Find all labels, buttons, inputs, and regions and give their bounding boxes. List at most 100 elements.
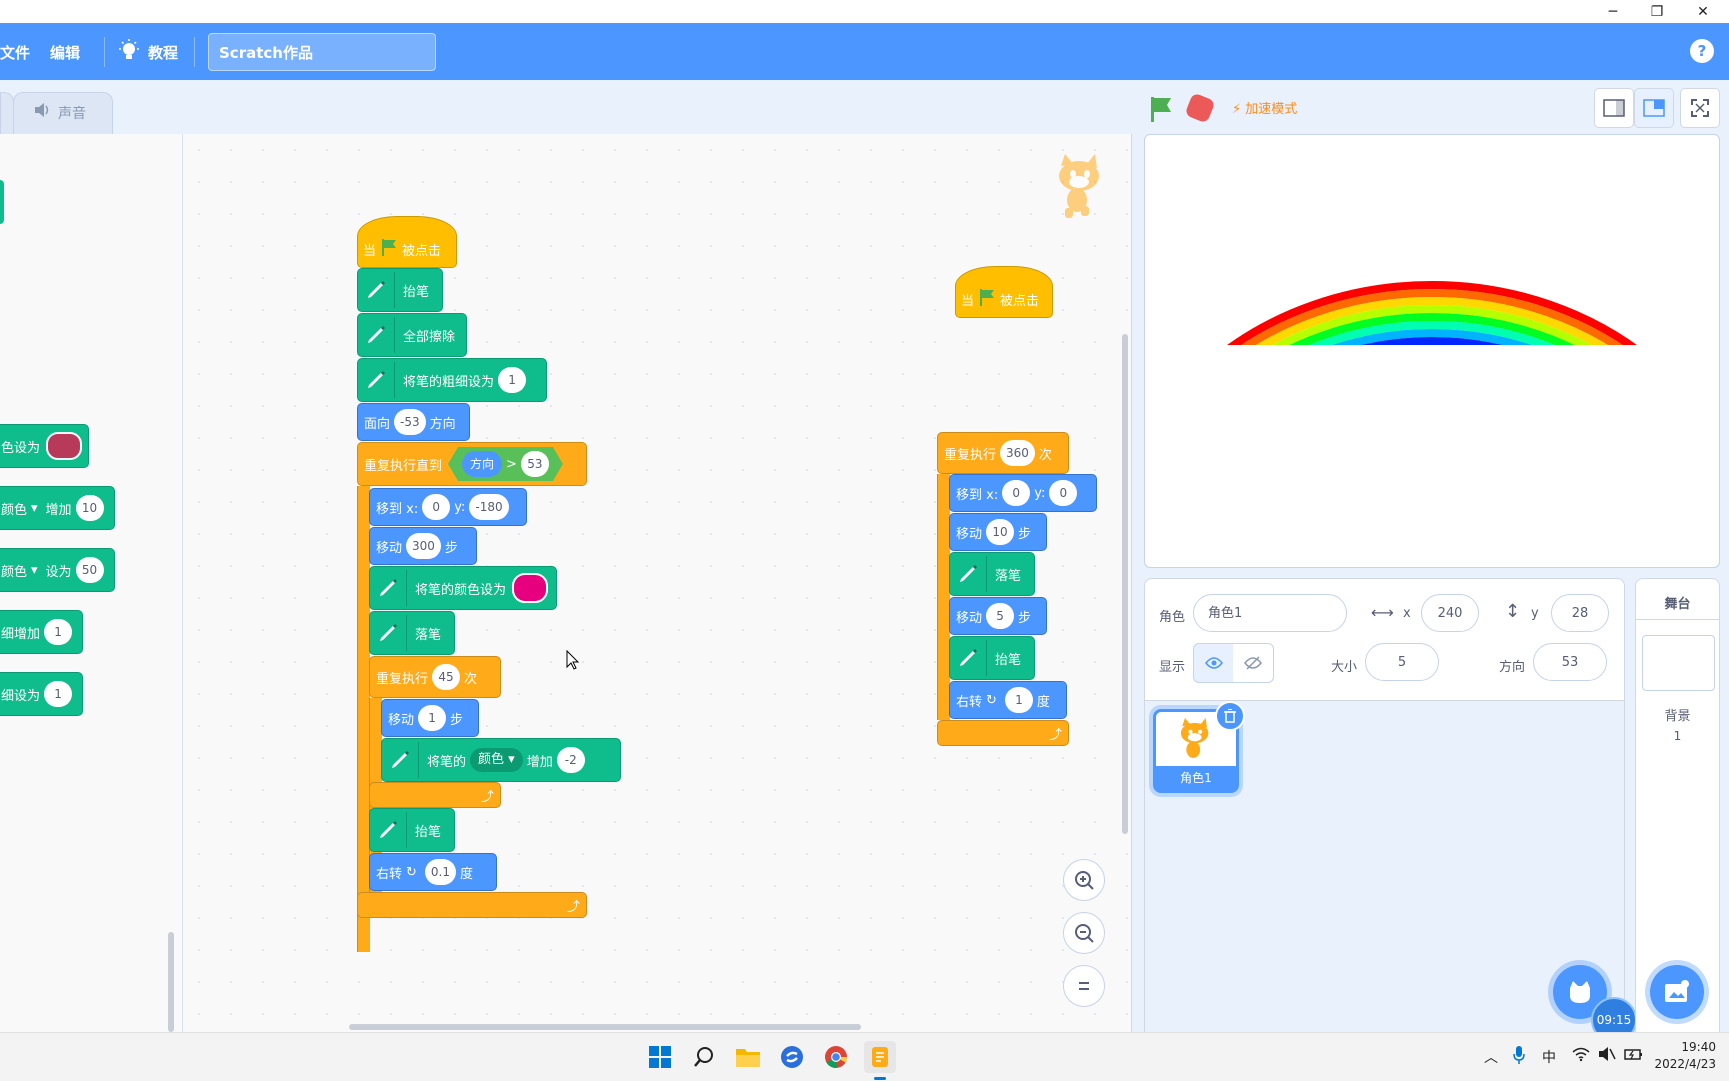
tab-sounds[interactable]: 声音 bbox=[13, 92, 113, 134]
show-sprite-button[interactable] bbox=[1193, 643, 1235, 683]
tutorials-menu[interactable]: 教程 bbox=[148, 42, 178, 63]
pen-up-block[interactable]: 抬笔 bbox=[369, 808, 455, 852]
turn-right-block[interactable]: 右转 ↻ 0.1 度 bbox=[369, 853, 497, 891]
zoom-out-button[interactable] bbox=[1063, 912, 1105, 954]
backdrop-thumbnail[interactable] bbox=[1642, 635, 1715, 691]
help-icon[interactable]: ? bbox=[1690, 39, 1714, 63]
palette-value[interactable]: 1 bbox=[44, 681, 73, 707]
minimize-button[interactable]: ─ bbox=[1590, 0, 1636, 23]
clock[interactable]: 19:40 2022/4/23 bbox=[1650, 1039, 1716, 1073]
green-flag-button[interactable] bbox=[1148, 95, 1174, 127]
normal-stage-button[interactable] bbox=[1634, 88, 1674, 128]
repeat-block-2[interactable]: 重复执行 360 次 bbox=[937, 432, 1069, 474]
file-explorer-icon[interactable] bbox=[732, 1041, 764, 1073]
small-stage-button[interactable] bbox=[1594, 88, 1634, 128]
pen-down-block[interactable]: 落笔 bbox=[949, 552, 1035, 596]
steps-input[interactable]: 10 bbox=[986, 519, 1015, 545]
direction-reporter[interactable]: 方向 bbox=[462, 451, 502, 477]
pen-up-block[interactable]: 抬笔 bbox=[357, 268, 443, 312]
windows-start-icon[interactable] bbox=[644, 1041, 676, 1073]
palette-value[interactable]: 10 bbox=[75, 495, 104, 521]
direction-input[interactable]: 53 bbox=[1533, 643, 1607, 681]
palette-value[interactable]: 50 bbox=[75, 557, 104, 583]
zoom-reset-button[interactable] bbox=[1063, 965, 1105, 1007]
go-to-xy-block[interactable]: 移到 x: 0 y: 0 bbox=[949, 474, 1097, 512]
pen-color-swatch[interactable] bbox=[512, 573, 549, 603]
point-in-direction-block[interactable]: 面向 -53 方向 bbox=[357, 403, 470, 441]
stage-selector-panel[interactable]: 舞台 背景 1 bbox=[1635, 578, 1720, 1034]
pen-size-input[interactable]: 1 bbox=[498, 367, 527, 393]
x-input[interactable]: 0 bbox=[422, 494, 451, 520]
code-workspace[interactable]: 当 被点击 抬笔 全部擦除 将笔的粗细设为 1 面向 -53 方向 重复执行直到… bbox=[183, 134, 1132, 1032]
battery-icon[interactable] bbox=[1624, 1046, 1644, 1066]
choose-backdrop-button[interactable] bbox=[1650, 965, 1704, 1019]
loop-arrow-icon: ⤴ bbox=[480, 789, 494, 805]
delete-sprite-button[interactable] bbox=[1215, 701, 1245, 731]
repeat-block[interactable]: 重复执行 45 次 bbox=[369, 656, 501, 698]
ime-indicator[interactable]: 中 bbox=[1542, 1047, 1556, 1067]
volume-icon[interactable] bbox=[1598, 1046, 1616, 1066]
x-input[interactable]: 0 bbox=[1002, 480, 1031, 506]
pen-param-dropdown[interactable]: 颜色 ▾ bbox=[470, 748, 523, 772]
move-steps-block[interactable]: 移动 5 步 bbox=[949, 597, 1047, 635]
tab-costumes[interactable] bbox=[0, 92, 14, 135]
turn-right-block[interactable]: 右转 ↻ 1 度 bbox=[949, 681, 1067, 719]
move-steps-block[interactable]: 移动 300 步 bbox=[369, 527, 477, 565]
edit-menu[interactable]: 编辑 bbox=[50, 42, 80, 63]
x-position-input[interactable]: 240 bbox=[1421, 594, 1479, 632]
change-pen-param-block[interactable]: 将笔的 颜色 ▾ 增加 -2 bbox=[381, 738, 621, 782]
repeat-count-input[interactable]: 360 bbox=[1000, 440, 1035, 466]
microphone-icon[interactable] bbox=[1512, 1045, 1526, 1069]
move-steps-block[interactable]: 移动 10 步 bbox=[949, 513, 1047, 551]
wifi-icon[interactable] bbox=[1572, 1046, 1590, 1066]
steps-input[interactable]: 5 bbox=[986, 603, 1015, 629]
pen-up-block[interactable]: 抬笔 bbox=[949, 636, 1035, 680]
palette-set-pen-size-block[interactable]: 细设为 1 bbox=[0, 672, 84, 716]
close-button[interactable]: ✕ bbox=[1680, 0, 1726, 23]
hide-sprite-button[interactable] bbox=[1233, 643, 1274, 683]
palette-value[interactable]: 1 bbox=[44, 619, 73, 645]
steps-input[interactable]: 1 bbox=[418, 705, 447, 731]
fullscreen-button[interactable] bbox=[1680, 88, 1720, 128]
direction-input[interactable]: -53 bbox=[394, 409, 426, 435]
chevron-up-icon[interactable]: ︿ bbox=[1484, 1047, 1498, 1067]
restore-button[interactable]: ❐ bbox=[1634, 0, 1680, 23]
clear-block[interactable]: 全部擦除 bbox=[357, 313, 467, 357]
compare-value-input[interactable]: 53 bbox=[521, 451, 549, 477]
pen-down-block[interactable]: 落笔 bbox=[369, 611, 455, 655]
go-to-xy-block[interactable]: 移到 x: 0 y: -180 bbox=[369, 488, 527, 526]
palette-scrollbar[interactable] bbox=[168, 932, 174, 1032]
move-steps-block[interactable]: 移动 1 步 bbox=[381, 699, 479, 737]
workspace-vertical-scrollbar[interactable] bbox=[1122, 334, 1128, 834]
zoom-in-button[interactable] bbox=[1063, 859, 1105, 901]
greater-than-operator[interactable]: 方向 > 53 bbox=[448, 447, 563, 481]
palette-block-partial[interactable] bbox=[0, 180, 4, 224]
stage-canvas[interactable] bbox=[1144, 134, 1720, 568]
scratch-app-icon[interactable] bbox=[864, 1041, 896, 1073]
y-input[interactable]: 0 bbox=[1049, 480, 1078, 506]
sprite-name-input[interactable]: 角色1 bbox=[1193, 594, 1347, 632]
size-input[interactable]: 5 bbox=[1365, 643, 1439, 681]
stop-button[interactable] bbox=[1184, 92, 1216, 124]
repeat-count-input[interactable]: 45 bbox=[432, 664, 461, 690]
workspace-horizontal-scrollbar[interactable] bbox=[349, 1024, 861, 1030]
palette-change-pen-size-block[interactable]: 细增加 1 bbox=[0, 610, 84, 654]
file-menu[interactable]: 文件 bbox=[0, 42, 30, 63]
project-title-input[interactable]: Scratch作品 bbox=[208, 33, 436, 71]
set-pen-size-block[interactable]: 将笔的粗细设为 1 bbox=[357, 358, 547, 402]
y-input[interactable]: -180 bbox=[469, 494, 509, 520]
palette-set-pen-param-block[interactable]: 颜色 ▾ 设为 50 bbox=[0, 548, 115, 592]
search-icon[interactable] bbox=[688, 1041, 720, 1073]
degrees-input[interactable]: 1 bbox=[1004, 687, 1033, 713]
palette-change-pen-color-block[interactable]: 颜色 ▾ 增加 10 bbox=[0, 486, 115, 530]
steps-input[interactable]: 300 bbox=[406, 533, 441, 559]
sogou-icon[interactable] bbox=[776, 1041, 808, 1073]
color-swatch[interactable] bbox=[46, 432, 83, 460]
set-pen-color-block[interactable]: 将笔的颜色设为 bbox=[369, 566, 557, 610]
change-value-input[interactable]: -2 bbox=[556, 747, 585, 773]
chrome-icon[interactable] bbox=[820, 1041, 852, 1073]
degrees-input[interactable]: 0.1 bbox=[424, 859, 457, 885]
y-position-input[interactable]: 28 bbox=[1551, 594, 1609, 632]
palette-set-pen-color-block[interactable]: 色设为 bbox=[0, 424, 90, 468]
repeat-until-block[interactable]: 重复执行直到 方向 > 53 bbox=[357, 442, 587, 486]
